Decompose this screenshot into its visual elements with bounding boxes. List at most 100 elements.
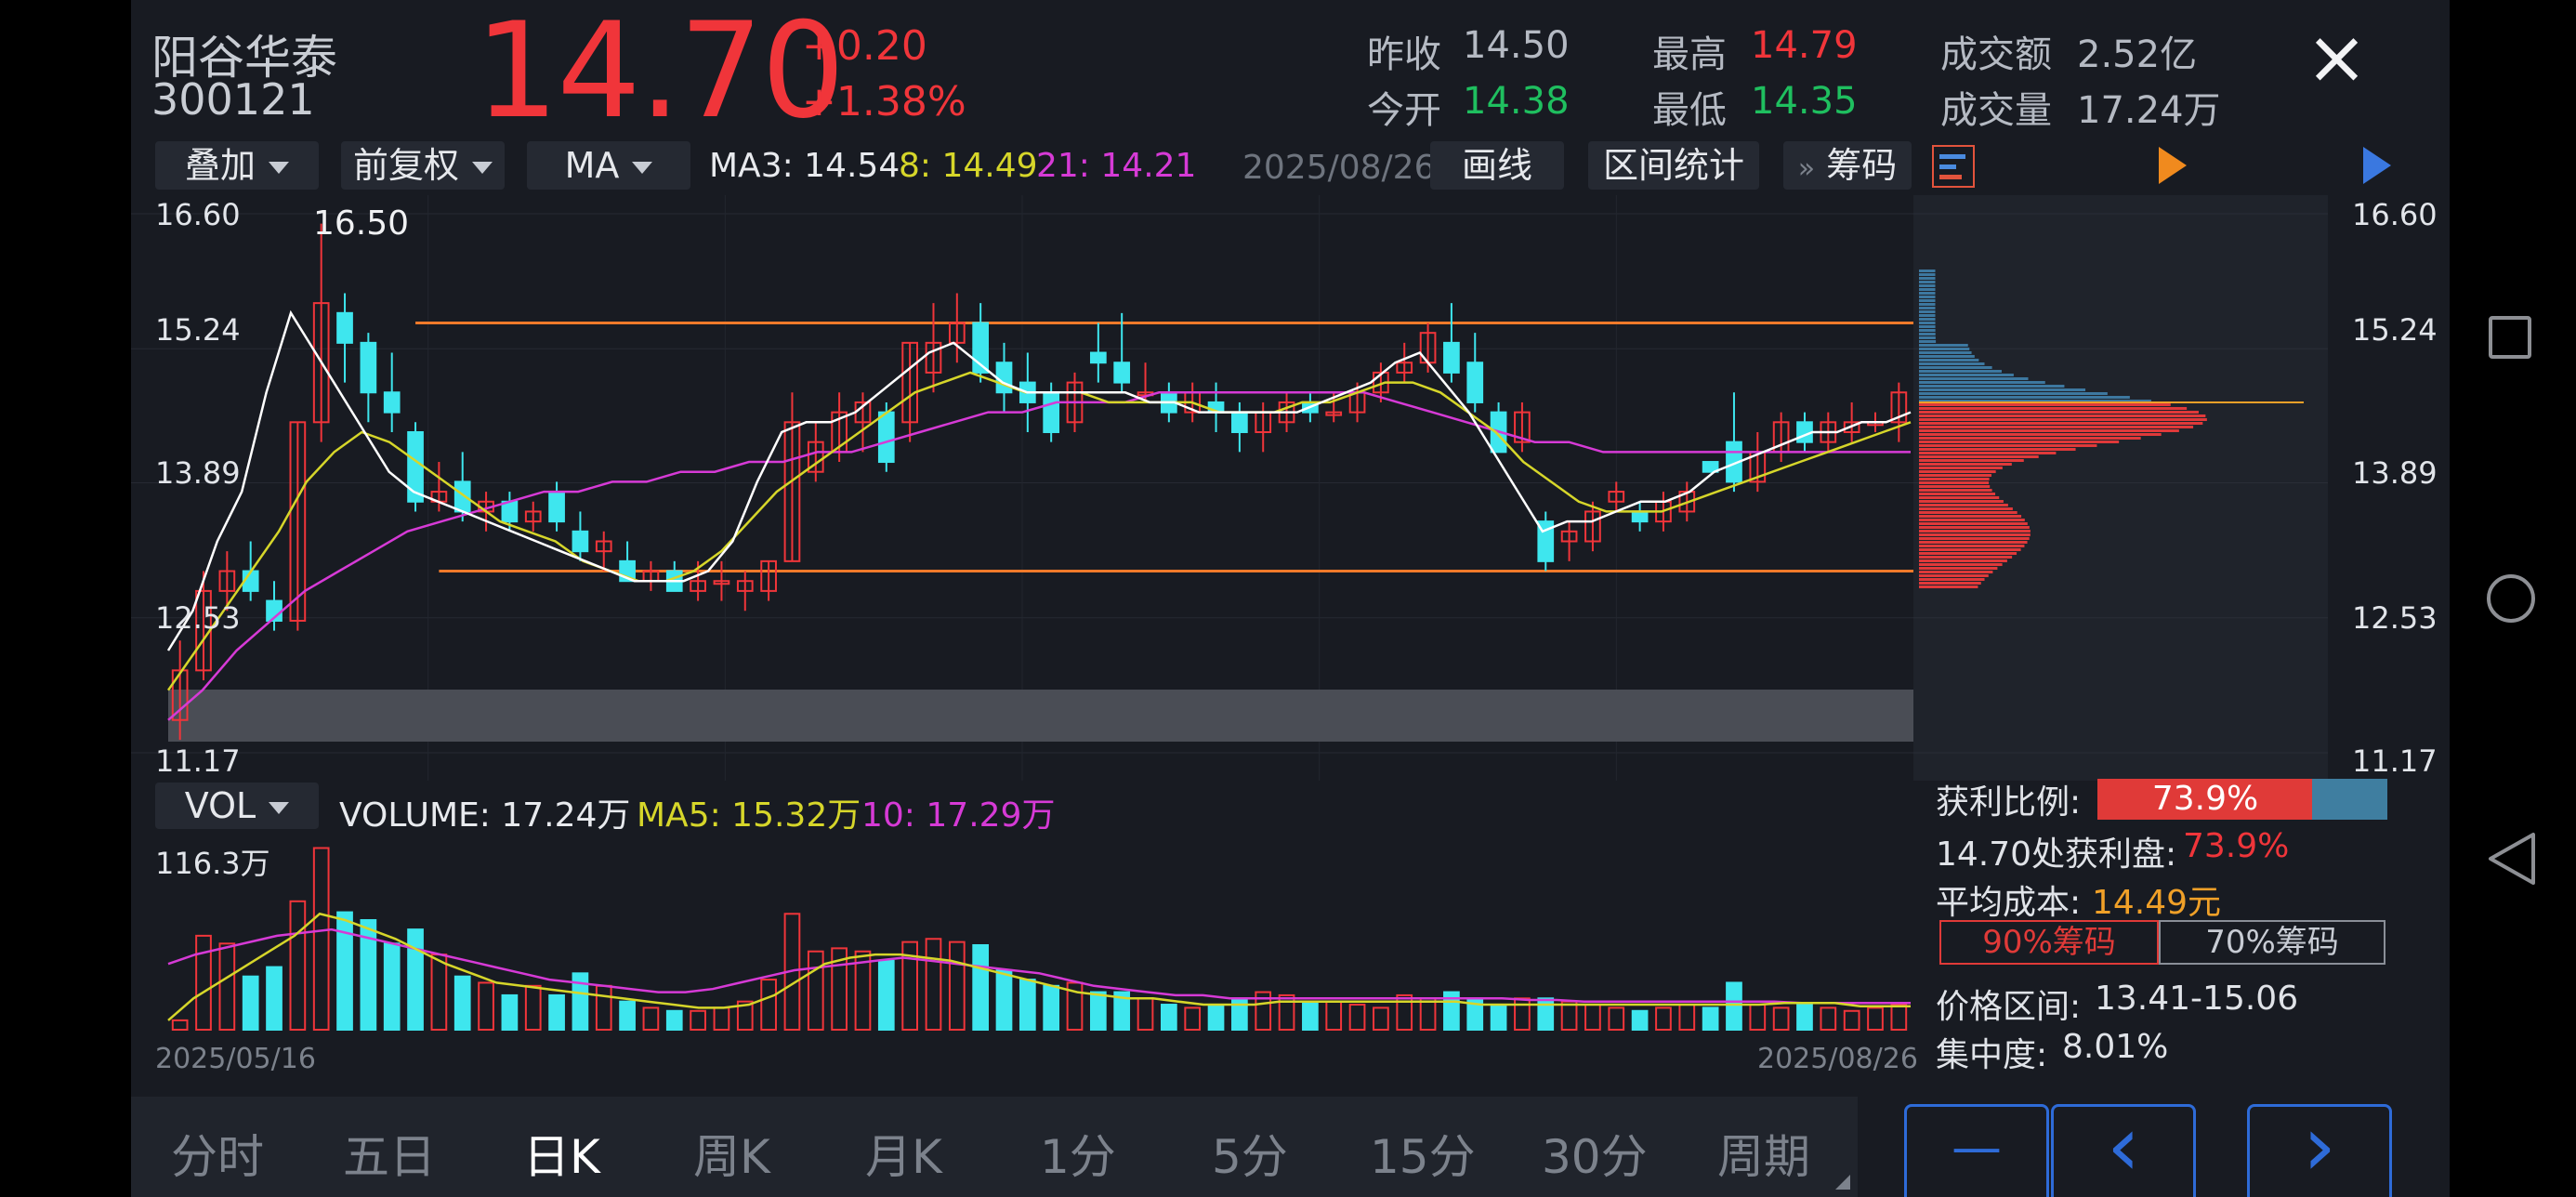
chip-bar [1919, 530, 2031, 533]
chips-70-button[interactable]: 70%筹码 [2159, 920, 2385, 965]
profit-ratio-value: 73.9% [2151, 780, 2259, 818]
chip-bar [1919, 541, 2028, 544]
candle-body [1089, 351, 1107, 364]
chip-bar [1919, 507, 2013, 510]
ma21-readout: 21: 14.21 [1036, 147, 1197, 185]
chip-bar [1919, 277, 1936, 280]
chip-bar [1919, 307, 1936, 309]
chips-button[interactable]: » 筹码 [1783, 141, 1912, 190]
draw-button[interactable]: 画线 [1430, 141, 1564, 190]
chip-bar [1919, 370, 2002, 373]
volume-bar [1678, 1004, 1696, 1031]
tab-daily-k[interactable]: 日K [523, 1120, 600, 1187]
volume-bar [1820, 1006, 1837, 1032]
candle-body [1631, 510, 1649, 523]
volume-chart[interactable] [131, 835, 1913, 1041]
volume-bar [1302, 1000, 1319, 1031]
peak-price-label: 16.50 [313, 204, 410, 243]
price-axis-left-2: 13.89 [155, 455, 241, 491]
chip-bar [1919, 426, 2194, 428]
chip-bar [1919, 437, 2141, 440]
chips-90-button[interactable]: 90%筹码 [1939, 920, 2159, 965]
back-icon[interactable] [2487, 831, 2537, 887]
avg-cost-label: 平均成本: [1936, 884, 2082, 922]
tab-30min[interactable]: 30分 [1542, 1120, 1648, 1187]
tab-1min[interactable]: 1分 [1040, 1120, 1116, 1187]
range-stats-button[interactable]: 区间统计 [1588, 141, 1759, 190]
candle-body [995, 362, 1013, 394]
chip-bar [1919, 296, 1936, 298]
price-axis-left-3: 12.53 [155, 600, 241, 636]
chip-bar [1919, 559, 2007, 562]
volume-bar [1749, 1004, 1767, 1031]
price-change: +0.20 [802, 22, 927, 70]
volume-indicator-dropdown[interactable]: VOL [155, 783, 319, 829]
candle-body [383, 391, 401, 414]
volume-bar [195, 934, 212, 1031]
volume-bar [383, 942, 401, 1031]
chip-bar [1919, 355, 1975, 358]
recent-apps-icon[interactable] [2489, 316, 2531, 359]
chip-bar [1919, 429, 2179, 432]
stock-code: 300121 [151, 74, 315, 125]
adjust-dropdown[interactable]: 前复权 [341, 141, 505, 190]
chip-bar [1919, 574, 1989, 577]
chip-bar [1919, 585, 1978, 588]
tab-15min[interactable]: 15分 [1370, 1120, 1476, 1187]
volume-bar [478, 981, 494, 1031]
candle-body [501, 500, 519, 523]
chip-bar [1919, 299, 1936, 302]
ma21-line [167, 391, 1911, 721]
chevron-down-icon [269, 162, 289, 174]
low-value: 14.35 [1751, 80, 1858, 123]
tab-intraday[interactable]: 分时 [171, 1120, 264, 1187]
chip-bar [1919, 444, 2097, 447]
prev-button[interactable]: ‹ [2051, 1104, 2196, 1197]
chip-distribution-chart [1913, 195, 2328, 781]
chip-bar [1919, 336, 1936, 339]
profit-at-price-label: 14.70处获利盘: [1936, 835, 2177, 874]
tab-monthly-k[interactable]: 月K [865, 1120, 942, 1187]
zoom-out-button[interactable]: — [1904, 1104, 2049, 1197]
candle-body [336, 311, 353, 344]
volume-bar [524, 984, 542, 1031]
volume-bar [1137, 997, 1154, 1031]
chip-bar [1919, 270, 1936, 272]
chip-bar [1919, 511, 2017, 514]
chip-fire-orange-icon[interactable] [2159, 147, 2187, 184]
chip-bar [1919, 322, 1936, 324]
volume-bar [619, 1000, 636, 1031]
tab-period[interactable]: 周期 [1717, 1120, 1810, 1187]
tab-five-day[interactable]: 五日 [343, 1120, 436, 1187]
volume-bar [1373, 1006, 1389, 1032]
chip-bar [1919, 548, 2021, 551]
volume-bar [1490, 1004, 1507, 1031]
candlestick-chart[interactable] [131, 195, 1913, 781]
chip-bar [1919, 418, 2207, 421]
chip-bar [1919, 478, 1990, 480]
home-icon[interactable] [2487, 574, 2535, 623]
chip-bar [1919, 452, 2057, 454]
tab-weekly-k[interactable]: 周K [693, 1120, 770, 1187]
chip-distribution-icon[interactable] [1932, 145, 1975, 188]
volume-bar [1184, 1006, 1202, 1032]
close-icon[interactable]: × [2306, 20, 2368, 95]
volume-bar [218, 942, 236, 1031]
chip-bar [1919, 463, 2012, 466]
next-button[interactable]: › [2247, 1104, 2392, 1197]
profit-ratio-bar: 73.9% [2097, 779, 2387, 820]
chevron-down-icon [269, 802, 290, 814]
chip-bar [1919, 303, 1936, 306]
chip-bar [1919, 515, 2022, 518]
chip-bar [1919, 496, 2000, 499]
tab-5min[interactable]: 5分 [1212, 1120, 1288, 1187]
volume-ma10-line [167, 927, 1911, 1005]
price-axis-right-0: 16.60 [2352, 197, 2438, 232]
chip-bar [1919, 351, 1972, 354]
chip-fire-blue-icon[interactable] [2363, 147, 2391, 184]
indicator-dropdown[interactable]: MA [527, 141, 690, 190]
candle-body [1043, 391, 1060, 433]
ma3-readout: MA3: 14.54 [709, 147, 900, 185]
period-corner-icon [1835, 1175, 1850, 1190]
overlay-dropdown[interactable]: 叠加 [155, 141, 319, 190]
